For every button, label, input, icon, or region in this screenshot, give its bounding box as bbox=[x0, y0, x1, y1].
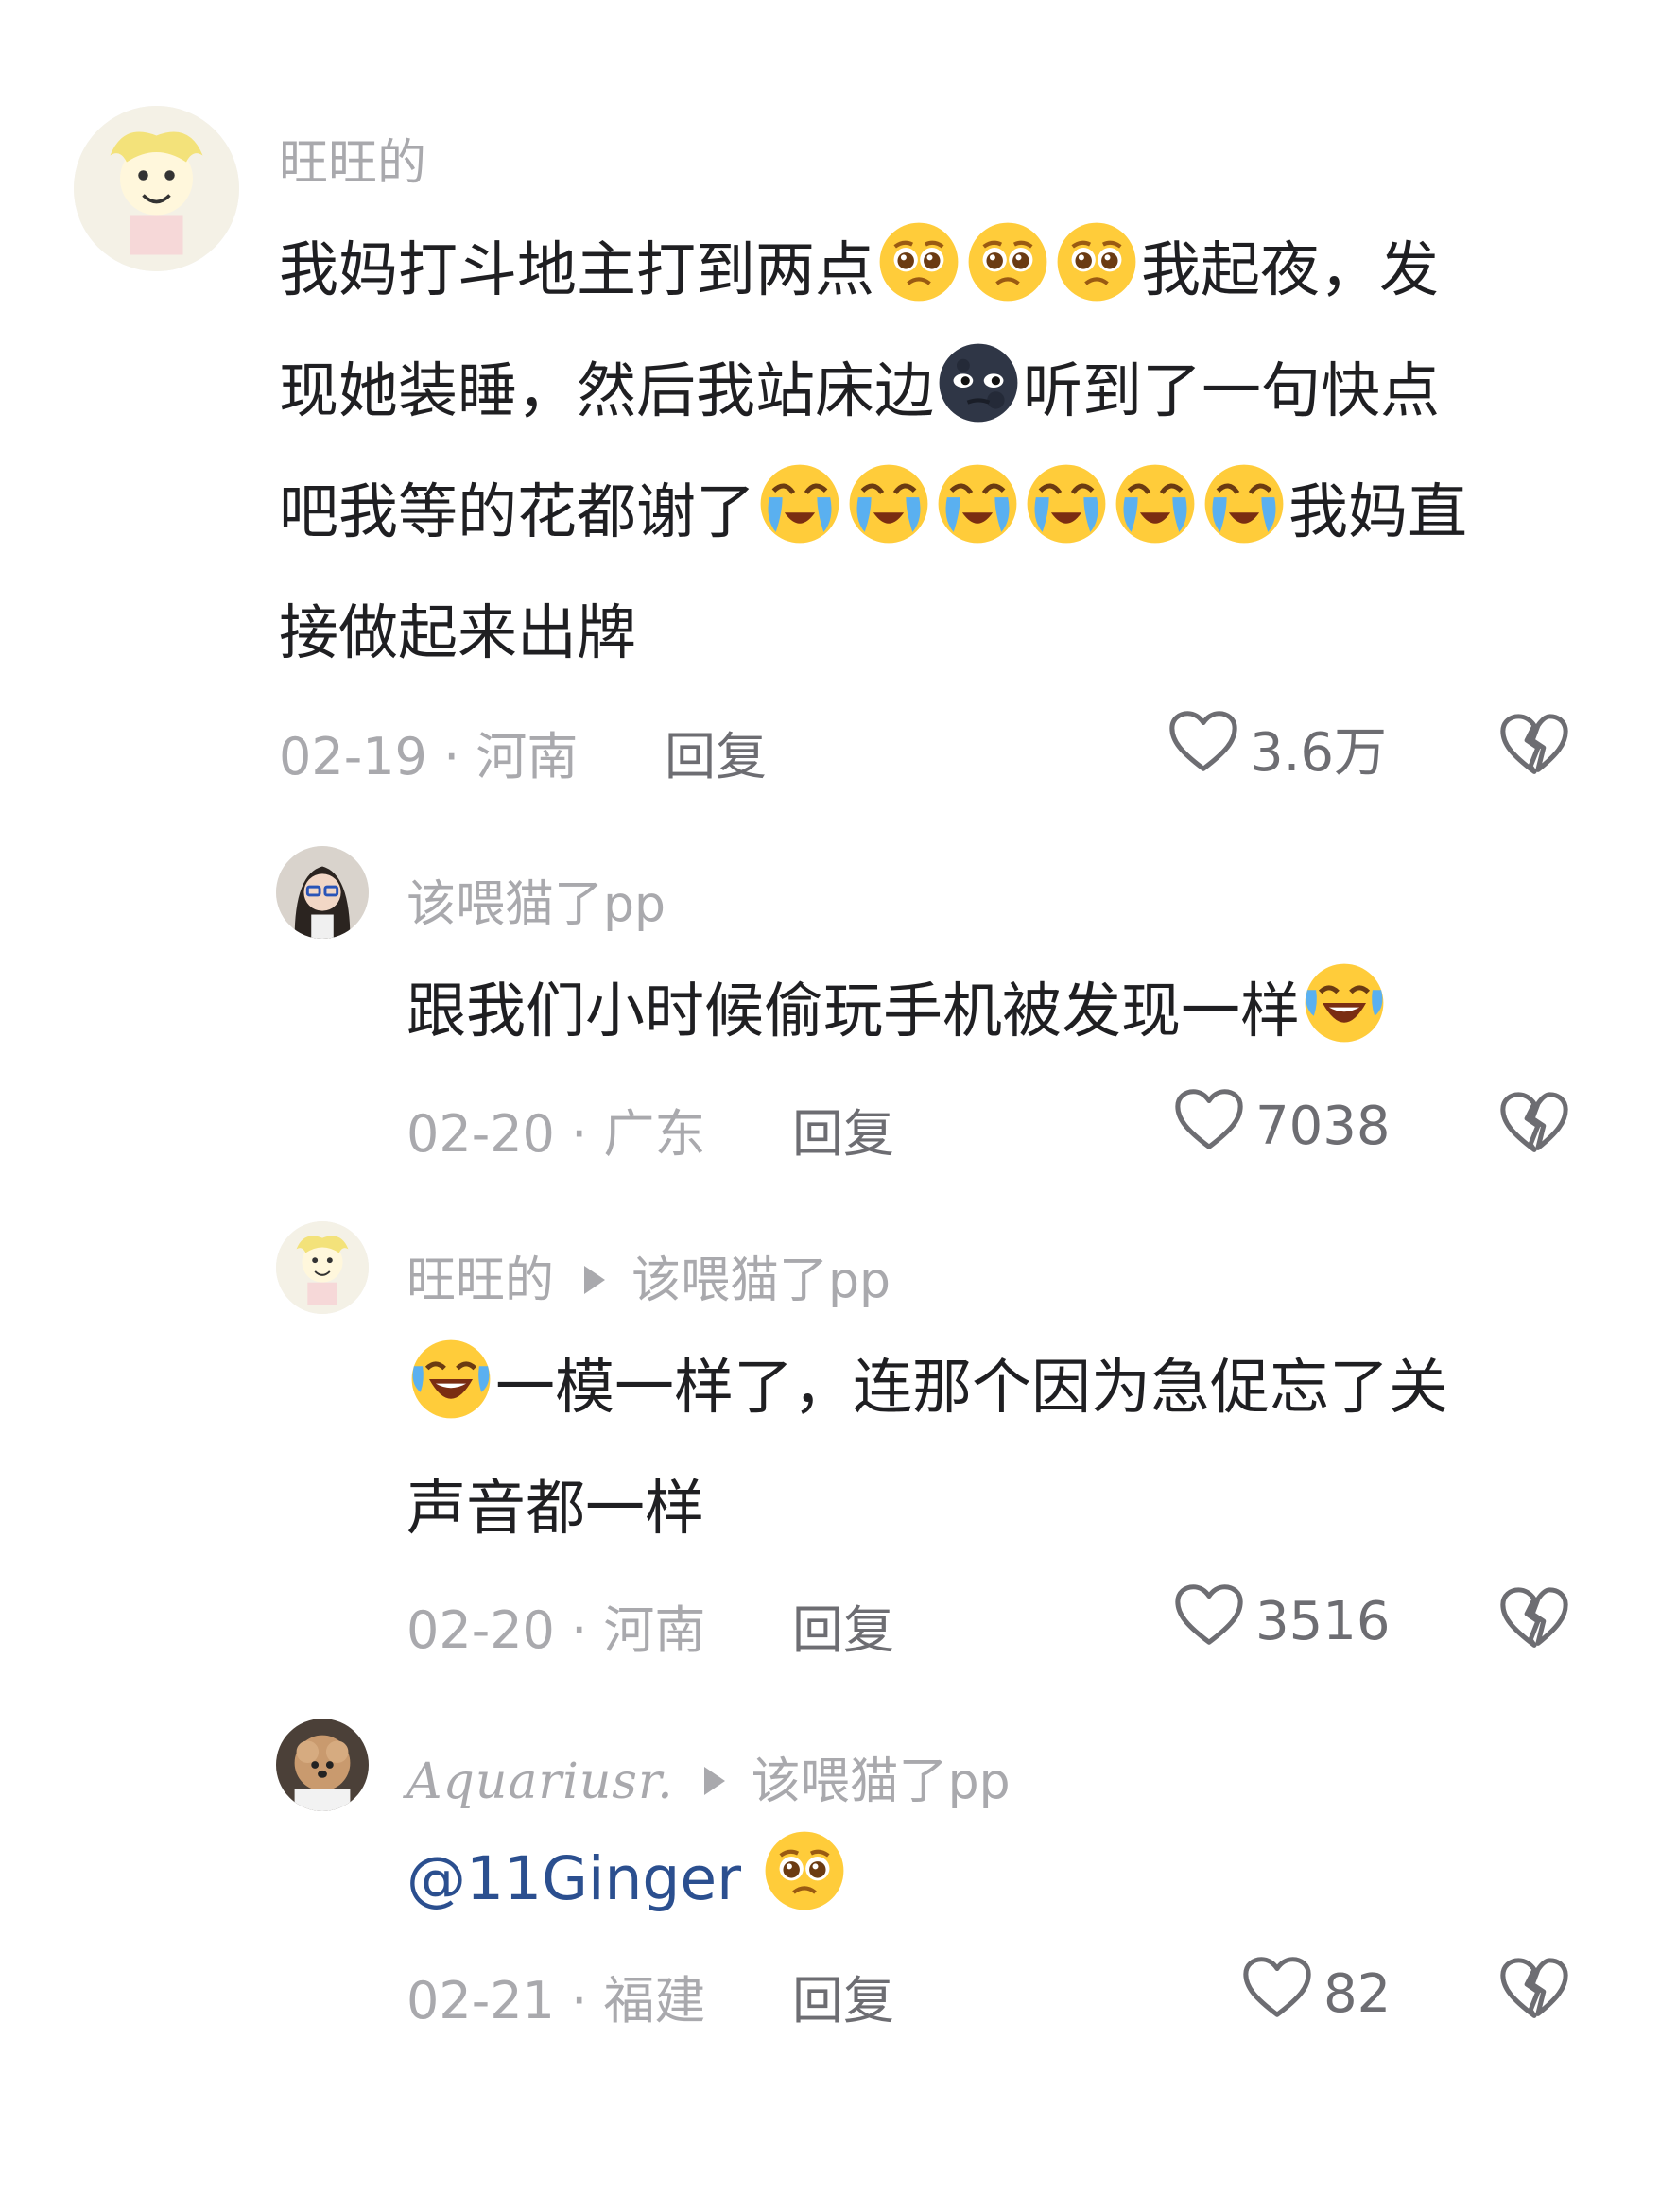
like-button[interactable]: 3516 bbox=[1172, 1581, 1391, 1662]
like-count: 82 bbox=[1323, 1962, 1392, 2025]
heart-outline-icon bbox=[1167, 707, 1250, 788]
comment-line: 接做起来出牌 bbox=[279, 573, 1467, 694]
like-button[interactable]: 3.6万 bbox=[1167, 707, 1387, 788]
author-name[interactable]: 旺旺的 bbox=[406, 1253, 554, 1309]
dislike-button[interactable] bbox=[1497, 1955, 1571, 2023]
comment-text-segment: 我妈打斗地主打到两点 bbox=[279, 235, 874, 304]
comment-line: 声音都一样 bbox=[406, 1448, 1448, 1569]
reply-to-name[interactable]: 该喂猫了pp bbox=[631, 1253, 891, 1309]
dislike-button[interactable] bbox=[1497, 1089, 1571, 1157]
broken-heart-icon bbox=[1497, 714, 1571, 781]
reply-button[interactable]: 回复 bbox=[792, 1588, 894, 1663]
triangle-right-icon bbox=[703, 1767, 725, 1795]
username[interactable]: 该喂猫了pp bbox=[406, 864, 666, 935]
comment-meta: 02-21 · 福建 bbox=[406, 1971, 706, 2031]
new-moon-face-emoji-icon bbox=[935, 339, 1022, 426]
comment-text-segment: 接做起来出牌 bbox=[279, 598, 636, 667]
heart-outline-icon bbox=[1172, 1085, 1255, 1166]
pleading-emoji-icon bbox=[1053, 218, 1140, 305]
username[interactable]: 旺旺的 该喂猫了pp bbox=[406, 1240, 891, 1311]
comment-text: 一模一样了，连那个因为急促忘了关声音都一样 bbox=[406, 1327, 1448, 1569]
comment-line: 跟我们小时候偷玩手机被发现一样 bbox=[406, 951, 1389, 1072]
comment-text-segment: 吧我等的花都谢了 bbox=[279, 477, 755, 546]
comment-meta: 02-19 · 河南 bbox=[279, 727, 579, 786]
comment-meta: 02-20 · 河南 bbox=[406, 1600, 706, 1660]
comment-line: @11Ginger bbox=[406, 1819, 849, 1940]
laugh-cry-emoji-icon bbox=[1301, 959, 1388, 1046]
triangle-right-icon bbox=[584, 1266, 606, 1294]
comment-meta: 02-20 · 广东 bbox=[406, 1104, 706, 1164]
pleading-emoji-icon bbox=[761, 1827, 848, 1914]
reply-button[interactable]: 回复 bbox=[792, 1092, 894, 1166]
comment-text-segment: 跟我们小时候偷玩手机被发现一样 bbox=[406, 976, 1300, 1046]
crying-emoji-icon bbox=[845, 460, 932, 547]
avatar[interactable] bbox=[74, 106, 239, 271]
crying-emoji-icon bbox=[1023, 460, 1110, 547]
broken-heart-icon bbox=[1497, 1092, 1571, 1159]
comment-text-segment: 我起夜，发 bbox=[1141, 235, 1439, 304]
crying-emoji-icon bbox=[1112, 460, 1199, 547]
dislike-button[interactable] bbox=[1497, 711, 1571, 779]
comment-text-segment bbox=[741, 1844, 760, 1913]
pleading-emoji-icon bbox=[964, 218, 1051, 305]
comment-text-segment: 我妈直 bbox=[1288, 477, 1467, 546]
heart-outline-icon bbox=[1240, 1953, 1323, 2034]
avatar[interactable] bbox=[276, 846, 369, 939]
comment-line: 我妈打斗地主打到两点 我起夜，发 bbox=[279, 210, 1467, 331]
like-button[interactable]: 7038 bbox=[1172, 1085, 1391, 1166]
avatar[interactable] bbox=[276, 1719, 369, 1811]
comment-text: 跟我们小时候偷玩手机被发现一样 bbox=[406, 951, 1389, 1072]
avatar[interactable] bbox=[276, 1221, 369, 1314]
comment-line: 现她装睡，然后我站床边 听到了一句快点 bbox=[279, 331, 1467, 452]
reply-button[interactable]: 回复 bbox=[665, 715, 767, 789]
username[interactable]: 旺旺的 bbox=[279, 123, 426, 194]
like-count: 3516 bbox=[1255, 1590, 1391, 1652]
like-button[interactable]: 82 bbox=[1240, 1953, 1391, 2034]
dislike-button[interactable] bbox=[1497, 1584, 1571, 1652]
comment-text: @11Ginger bbox=[406, 1819, 849, 1940]
broken-heart-icon bbox=[1497, 1958, 1571, 2025]
crying-emoji-icon bbox=[756, 460, 843, 547]
comment-text-segment: 声音都一样 bbox=[406, 1474, 704, 1543]
comment-line: 吧我等的花都谢了 我妈直 bbox=[279, 452, 1467, 573]
comment-line: 一模一样了，连那个因为急促忘了关 bbox=[406, 1327, 1448, 1448]
laugh-cry-emoji-icon bbox=[407, 1336, 494, 1423]
like-count: 7038 bbox=[1255, 1095, 1391, 1157]
comment-text-segment: 一模一样了，连那个因为急促忘了关 bbox=[495, 1353, 1448, 1422]
heart-outline-icon bbox=[1172, 1581, 1255, 1662]
comment-text-segment: 现她装睡，然后我站床边 bbox=[279, 356, 934, 425]
broken-heart-icon bbox=[1497, 1587, 1571, 1654]
comment-text: 我妈打斗地主打到两点 我起夜，发现她装睡，然后我站床边 听到了一句快点吧我等的花都谢… bbox=[279, 210, 1467, 694]
reply-to-name[interactable]: 该喂猫了pp bbox=[752, 1754, 1011, 1810]
pleading-emoji-icon bbox=[875, 218, 962, 305]
username[interactable]: Aquariusr. 该喂猫了pp bbox=[406, 1741, 1011, 1812]
like-count: 3.6万 bbox=[1250, 721, 1388, 784]
mention-link[interactable]: @11Ginger bbox=[406, 1844, 741, 1913]
crying-emoji-icon bbox=[934, 460, 1021, 547]
crying-emoji-icon bbox=[1201, 460, 1288, 547]
reply-button[interactable]: 回复 bbox=[792, 1959, 894, 2033]
author-name[interactable]: Aquariusr. bbox=[406, 1754, 674, 1810]
comment-text-segment: 听到了一句快点 bbox=[1023, 356, 1440, 425]
